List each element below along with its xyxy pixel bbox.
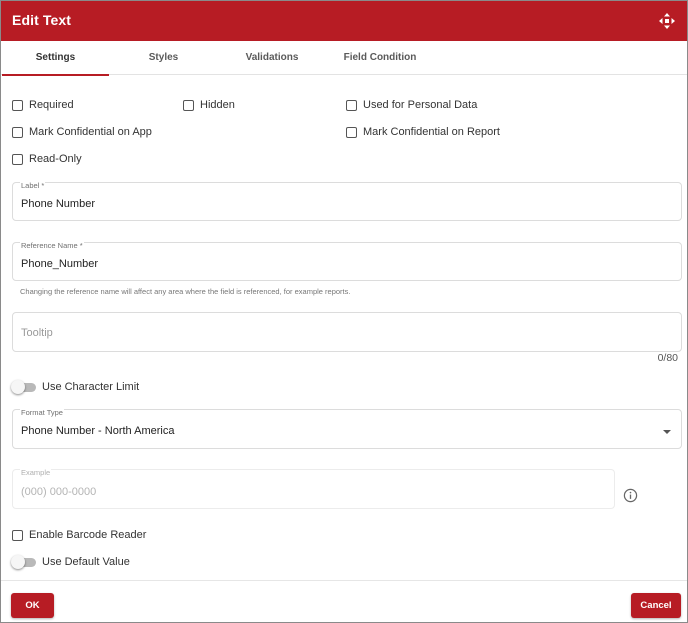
checkbox-box[interactable] xyxy=(183,99,194,111)
barcode-reader-label: Enable Barcode Reader xyxy=(29,529,147,541)
checkbox-box[interactable] xyxy=(12,126,23,138)
chevron-down-icon[interactable] xyxy=(663,430,671,434)
reference-name-value[interactable]: Phone_Number xyxy=(21,258,98,270)
reference-name-field[interactable]: Reference Name * Phone_Number xyxy=(12,242,682,281)
tab-styles[interactable]: Styles xyxy=(116,41,211,75)
checkbox-box[interactable] xyxy=(12,153,23,165)
reference-name-label: Reference Name * xyxy=(20,241,84,250)
confidential-report-checkbox[interactable]: Mark Confidential on Report xyxy=(346,124,500,140)
confidential-app-checkbox[interactable]: Mark Confidential on App xyxy=(12,124,152,140)
character-limit-toggle[interactable]: Use Character Limit xyxy=(11,379,140,395)
personal-data-checkbox[interactable]: Used for Personal Data xyxy=(346,97,477,113)
tooltip-field[interactable]: Tooltip xyxy=(12,312,682,352)
label-field[interactable]: Label * Phone Number xyxy=(12,182,682,221)
format-type-value: Phone Number - North America xyxy=(21,425,175,437)
example-field: Example (000) 000-0000 xyxy=(12,469,615,509)
tab-settings[interactable]: Settings xyxy=(2,41,109,76)
format-type-label: Format Type xyxy=(20,408,64,417)
checkbox-box[interactable] xyxy=(346,99,357,111)
confidential-report-label: Mark Confidential on Report xyxy=(363,126,500,138)
tooltip-char-counter: 0/80 xyxy=(657,352,678,364)
personal-data-label: Used for Personal Data xyxy=(363,99,478,111)
tab-bar: Settings Styles Validations Field Condit… xyxy=(1,41,687,76)
tooltip-placeholder: Tooltip xyxy=(21,327,53,339)
reference-name-hint: Changing the reference name will affect … xyxy=(20,287,351,296)
required-label: Required xyxy=(29,99,74,111)
hidden-checkbox[interactable]: Hidden xyxy=(183,97,235,113)
edit-text-dialog: Edit Text Settings Styles Validations Fi… xyxy=(0,0,688,623)
info-icon[interactable] xyxy=(623,488,638,503)
barcode-reader-checkbox[interactable]: Enable Barcode Reader xyxy=(12,527,146,543)
read-only-checkbox[interactable]: Read-Only xyxy=(12,151,82,167)
label-field-label: Label * xyxy=(20,181,46,190)
format-type-select[interactable]: Format Type Phone Number - North America xyxy=(12,409,682,449)
tab-validations[interactable]: Validations xyxy=(223,41,321,75)
cancel-button[interactable]: Cancel xyxy=(631,593,681,618)
default-value-label: Use Default Value xyxy=(42,556,130,568)
checkbox-box[interactable] xyxy=(346,126,357,138)
checkbox-box[interactable] xyxy=(12,99,23,111)
dialog-title: Edit Text xyxy=(12,12,71,28)
hidden-label: Hidden xyxy=(200,99,235,111)
move-arrows-icon[interactable] xyxy=(659,13,675,29)
required-checkbox[interactable]: Required xyxy=(12,97,74,113)
dialog-header[interactable]: Edit Text xyxy=(1,1,687,41)
read-only-label: Read-Only xyxy=(29,153,82,165)
checkbox-box[interactable] xyxy=(12,529,23,541)
tab-field-condition[interactable]: Field Condition xyxy=(331,41,429,75)
ok-button[interactable]: OK xyxy=(11,593,54,618)
example-placeholder: (000) 000-0000 xyxy=(21,486,97,498)
toggle-knob xyxy=(11,554,25,569)
toggle-knob xyxy=(11,379,25,394)
confidential-app-label: Mark Confidential on App xyxy=(29,126,152,138)
default-value-toggle[interactable]: Use Default Value xyxy=(11,554,130,570)
toggle-switch[interactable] xyxy=(11,379,36,394)
toggle-switch[interactable] xyxy=(11,554,36,569)
label-field-value[interactable]: Phone Number xyxy=(21,198,95,210)
example-label: Example xyxy=(20,468,52,477)
dialog-footer: OK Cancel xyxy=(1,580,687,622)
character-limit-label: Use Character Limit xyxy=(42,381,140,393)
